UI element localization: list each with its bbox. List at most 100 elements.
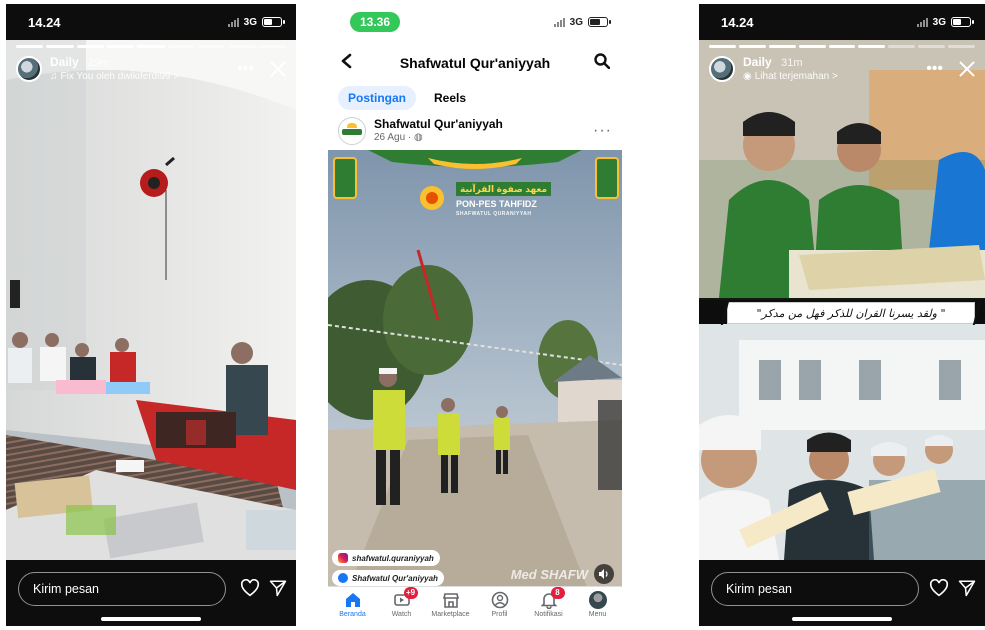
nav-label: Beranda [339,611,366,618]
status-time: 14.24 [721,14,754,30]
story-meta: Daily 29m ♫ Fix You oleh dwikiferdi99 > [50,55,179,83]
heart-icon[interactable] [927,576,951,600]
battery-icon [262,17,285,27]
nav-label: Menu [588,611,607,618]
story-progress [709,45,976,48]
paper-plane-icon[interactable] [955,576,979,600]
notification-badge: 8 [550,587,565,599]
more-dots-icon[interactable]: ••• [237,60,254,78]
translate-icon: ◉ [743,71,752,82]
page-tabs: Postingan Reels [338,86,476,110]
nav-profil[interactable]: Profil [478,591,522,618]
right-story-screen: 14.24 3G "ولقد يسرنا القران للذكر فهل من… [699,4,985,626]
signal-icon [916,17,928,27]
story-reply-bar: Kirim pesan [6,560,296,626]
facebook-icon [338,573,348,583]
story-photo-students[interactable]: "ولقد يسرنا القران للذكر فهل من مدكر " [699,40,985,560]
nav-marketplace[interactable]: Marketplace [429,591,473,618]
search-icon[interactable] [594,52,611,74]
instagram-handle: shafwatul.quraniyyah [352,553,434,563]
status-time: 14.24 [28,14,61,30]
translate-label: Lihat terjemahan > [754,71,838,82]
nav-label: Profil [491,611,508,618]
page-avatar[interactable] [338,117,366,145]
story-actions: ••• [237,60,286,78]
classroom-photo [6,40,296,560]
page-header: Shafwatul Qur'aniyyah [328,44,622,82]
battery-icon [588,17,611,27]
instagram-icon [338,553,348,563]
heart-icon[interactable] [238,576,262,600]
reply-placeholder: Kirim pesan [726,582,792,596]
story-actions: ••• [926,60,975,78]
sound-icon[interactable] [594,564,614,584]
quran-verse-caption: "ولقد يسرنا القران للذكر فهل من مدكر " [727,302,975,324]
profile-icon [491,591,508,609]
nav-label: Notifikasi [534,611,563,618]
video-banner: معهد صفوة القرآنية PON-PES TAHFIDZ SHAFW… [456,182,552,219]
story-photo-classroom[interactable] [6,40,296,560]
network-type: 3G [243,16,257,28]
instagram-handle-chip: shafwatul.quraniyyah [332,550,440,566]
reply-input[interactable]: Kirim pesan [711,572,919,606]
battery-level [953,19,961,25]
close-icon[interactable] [959,61,975,77]
students-collage [699,40,985,560]
video-watermark: Med SHAFW [510,567,588,582]
story-translate[interactable]: ◉ Lihat terjemahan > [743,70,838,83]
story-music-label: Fix You oleh dwikiferdi99 > [60,71,180,82]
story-header: Daily 31m ◉ Lihat terjemahan > ••• [709,52,975,86]
post-author[interactable]: Shafwatul Qur'aniyyah [374,117,503,131]
nav-label: Marketplace [431,611,470,618]
status-bar: 14.24 3G [699,4,985,40]
battery-level [590,19,600,25]
story-reply-bar: Kirim pesan [699,560,985,626]
status-indicators: 3G [227,16,285,28]
home-indicator [792,617,892,621]
network-type: 3G [932,16,946,28]
watch-badge: +9 [403,587,418,599]
story-account-name[interactable]: Daily [50,55,79,69]
facebook-page-screen: 13.36 3G Shafwatul Qur'aniyyah Postingan… [328,4,622,626]
banner-subtitle: SHAFWATUL QURANIYYAH [456,211,532,217]
screenshot-canvas: 14.24 3G Daily 29m ♫ Fix You oleh dwikif… [0,0,985,630]
close-icon[interactable] [270,61,286,77]
more-dots-icon[interactable]: ••• [926,60,943,78]
home-icon [345,593,360,607]
nav-watch[interactable]: +9 Watch [380,587,424,618]
nav-beranda[interactable]: Beranda [331,591,375,618]
story-account-name[interactable]: Daily [743,55,772,69]
left-story-screen: 14.24 3G Daily 29m ♫ Fix You oleh dwikif… [6,4,296,626]
facebook-handle: Shafwatul Qur'aniyyah [352,573,438,583]
story-time-ago: 29m [88,57,110,69]
signal-icon [553,17,565,27]
reply-input[interactable]: Kirim pesan [18,572,226,606]
nav-menu[interactable]: Menu [576,591,620,618]
post-header: Shafwatul Qur'aniyyah 26 Agu · ◍ ··· [338,114,612,148]
music-sparkle-icon: ♫ [50,71,58,82]
story-header: Daily 29m ♫ Fix You oleh dwikiferdi99 > … [16,52,286,86]
page-title: Shafwatul Qur'aniyyah [399,55,551,71]
post-more-button[interactable]: ··· [593,122,612,140]
post-video[interactable]: معهد صفوة القرآنية PON-PES TAHFIDZ SHAFW… [328,150,622,590]
tab-reels[interactable]: Reels [424,86,476,110]
network-type: 3G [569,16,583,28]
story-meta: Daily 31m ◉ Lihat terjemahan > [743,55,838,83]
status-bar: 14.24 3G [6,4,296,40]
status-indicators: 3G [553,16,611,28]
quote-text: "ولقد يسرنا القران للذكر فهل من مدكر " [756,306,946,320]
story-avatar[interactable] [16,56,42,82]
post-date: 26 Agu · ◍ [374,131,503,145]
menu-avatar-icon [588,591,607,609]
store-icon [442,593,459,608]
story-music[interactable]: ♫ Fix You oleh dwikiferdi99 > [50,70,179,83]
banner-title: PON-PES TAHFIDZ [456,199,537,209]
story-avatar[interactable] [709,56,735,82]
paper-plane-icon[interactable] [266,576,290,600]
nav-label: Watch [391,611,412,618]
story-progress [16,45,286,48]
back-chevron-icon[interactable] [340,53,354,74]
nav-notifikasi[interactable]: 8 Notifikasi [527,587,571,618]
tab-postingan[interactable]: Postingan [338,86,417,110]
post-date-text: 26 Agu · [374,132,415,143]
